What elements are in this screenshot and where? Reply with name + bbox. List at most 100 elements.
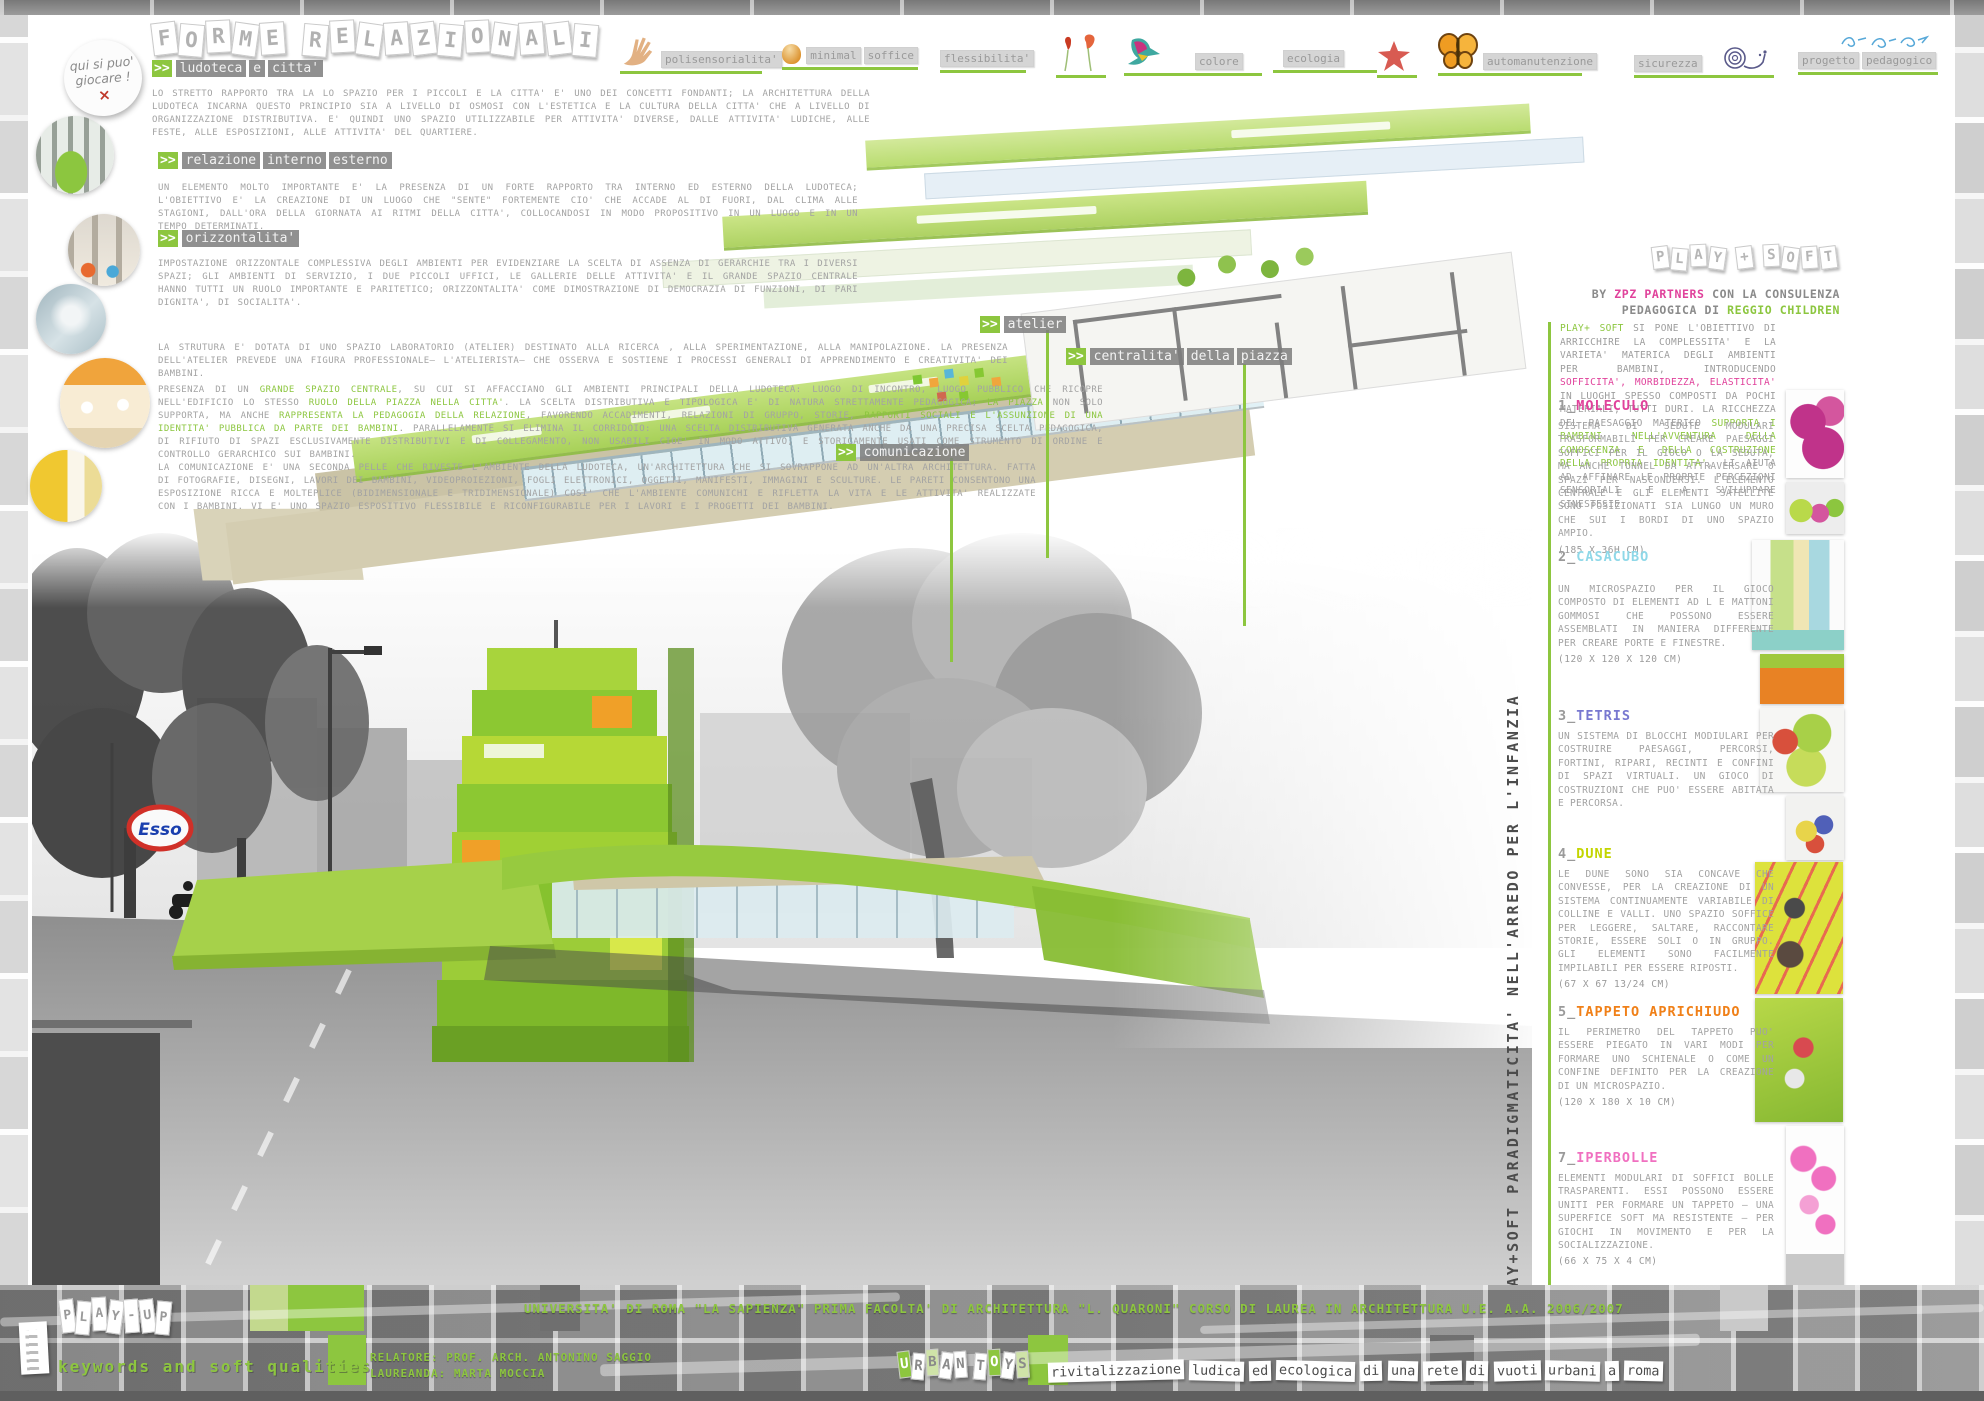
photomontage-svg: Esso [32,528,1532,1318]
section-header-ludoteca: >> ludotecaecitta' [152,60,323,77]
chevron-icon: >> [158,152,178,169]
section-label: relazioneinternoesterno [182,152,392,169]
chevron-icon: >> [836,444,856,461]
frame-right [1955,15,1984,1285]
keyword-label: polisensorialita' [661,51,782,68]
item-heading: 4_DUNE [1558,846,1774,862]
section-header-comunicazione: >> comunicazione [836,444,969,461]
footer-mosaic: PLAY-UP keywords and soft qualities RELA… [0,1285,1984,1391]
keyword-label: automanutenzione [1483,53,1597,70]
keyword-colore: colore [1124,34,1262,76]
keyword-label: sicurezza [1634,55,1702,72]
keyword-polisensorialita: polisensorialita' [620,34,762,74]
frame-bottom [0,1391,1984,1401]
photo-circle-projection-wall [36,284,106,354]
playsoft-item-tetris: 3_TETRIS UN SISTEMA DI BLOCCHI MODIULARI… [1558,708,1774,810]
section-label: centralita'dellapiazza [1090,348,1292,365]
product-photo-moleculo [1786,390,1844,478]
bun-icon [782,44,801,64]
thesis-poster-board: Esso [0,0,1984,1401]
playsoft-byline-1: BY ZPZ PARTNERS CON LA CONSULENZA [1530,287,1840,302]
section-header-atelier: >> atelier [980,316,1066,333]
item-text: ELEMENTI MODULARI DI SOFFICI BOLLE TRASP… [1558,1172,1774,1252]
photo-circle-columns-hall [68,214,140,286]
laureanda-credit: LAUREANDA: MARTA MOCCIA [370,1367,545,1380]
comunicazione-connector-line [950,458,953,662]
item-size: (67 X 67 13/24 CM) [1558,979,1774,990]
bird-icon [1124,34,1162,70]
chevron-icon: >> [152,60,172,77]
doodles-icon [1838,30,1936,52]
mosaic-tile [1720,1285,1768,1331]
photo-circle-yellow-room [30,450,102,522]
plan-trees [1176,268,1196,288]
piazza-connector-line [1243,364,1246,626]
atelier-connector-line [1046,330,1049,558]
playsoft-column-rule [1548,322,1551,1300]
item-size: (120 X 120 X 120 CM) [1558,654,1774,665]
item-heading: 5_TAPPETO APRICHIUDO [1558,1004,1774,1020]
item-heading: 7_IPERBOLLE [1558,1150,1774,1166]
section-label: atelier [1004,316,1067,333]
thesis-subtitle: rivitalizzazioneludicaedecologicadiunare… [1048,1361,1663,1381]
keyword-starfish [1377,40,1417,78]
keyword-label: ecologia [1283,50,1344,67]
poppies-icon [1056,32,1102,72]
playsoft-title: PLAY+SOFT [1652,246,1839,269]
item-size: (120 X 180 X 10 CM) [1558,1097,1774,1108]
item-text: UN MICROSPAZIO PER IL GIOCO COMPOSTO DI … [1558,583,1774,650]
mosaic-tile [250,1285,288,1331]
product-photo-moleculo-parts [1786,482,1844,534]
svg-text:Esso: Esso [138,820,182,840]
relatore-credit: RELATORE: PROF. ARCH. ANTONINO SAGGIO [370,1351,652,1364]
section-header-centralita: >> centralita'dellapiazza [1066,348,1292,365]
keyword-label: minimalsoffice [806,47,918,64]
keyword-ecologia: ecologia [1273,50,1377,73]
section-header-relazione: >> relazioneinternoesterno [158,152,392,169]
keyword-progetto-pedagogico: progettopedagogico [1798,30,1938,75]
photo-circle-play-structure [36,116,114,194]
butterfly-icon [1438,32,1478,70]
keyword-flessibilita: flessibilita' [940,50,1026,73]
section-text-comunicazione: LA COMUNICAZIONE E' UNA SECONDA PELLE CH… [158,462,1036,514]
product-photo-iperbolle [1786,1126,1844,1290]
item-size: (66 X 75 X 4 CM) [1558,1256,1774,1267]
chevron-icon: >> [1066,348,1086,365]
photomontage: Esso [32,528,1532,1318]
esso-sign: Esso [129,807,191,849]
starfish-icon [1377,40,1411,72]
photo-circle-orange-hall [60,358,150,448]
keyword-label: colore [1195,53,1243,70]
footer-mark-tile [19,1321,50,1374]
keyword-label: progettopedagogico [1798,52,1936,69]
snail-icon [1721,42,1769,72]
section-text-orizzontalita: IMPOSTAZIONE ORIZZONTALE COMPLESSIVA DEG… [158,258,858,310]
item-text: LE DUNE SONO SIA CONCAVE CHE CONVESSE, P… [1558,868,1774,975]
university-line: UNIVERSITA' DI ROMA "LA SAPIENZA" PRIMA … [524,1301,1624,1316]
playsoft-item-moleculo: 1_MOLECULO SISTEMA DI SEDUTE MODULARI TR… [1558,398,1774,556]
frame-top [0,0,1984,15]
chevron-icon: >> [980,316,1000,333]
item-heading: 2_CASACUBO [1558,549,1774,565]
section-text-ludoteca: LO STRETTO RAPPORTO TRA LA LO SPAZIO PER… [152,88,870,140]
section-text-atelier: LA STRUTURA E' DOTATA DI UNO SPAZIO LABO… [158,342,1008,381]
section-text-relazione: UN ELEMENTO MOLTO IMPORTANTE E' LA PRESE… [158,182,858,234]
item-text: UN SISTEMA DI BLOCCHI MODIULARI PER COST… [1558,730,1774,810]
item-heading: 1_MOLECULO [1558,398,1774,414]
foreground-wall [32,1033,160,1318]
keyword-poppies [1056,32,1106,78]
section-label: comunicazione [860,444,970,461]
section-header-orizzontalita: >> orizzontalita' [158,230,299,247]
product-photo-tetris-small [1786,796,1844,860]
sticker-badge: qui si puo' giocare ! × [61,37,145,120]
keyword-sicurezza: sicurezza [1634,42,1774,78]
playsoft-item-tappeto: 5_TAPPETO APRICHIUDO IL PERIMETRO DEL TA… [1558,1004,1774,1108]
item-text: SISTEMA DI SEDUTE MODULARI TRASFORMABILI… [1558,420,1774,541]
playsoft-item-casacubo: 2_CASACUBO UN MICROSPAZIO PER IL GIOCO C… [1558,549,1774,665]
play-up-logo: PLAY-UP [60,1299,172,1333]
keyword-label: flessibilita' [940,50,1034,67]
item-text: IL PERIMETRO DEL TAPPETO PUO' ESSERE PIE… [1558,1026,1774,1093]
keyword-minimal-soffice: minimalsoffice [782,44,918,70]
frame-left [0,15,28,1285]
keyword-automanutenzione: automanutenzione [1438,32,1582,76]
